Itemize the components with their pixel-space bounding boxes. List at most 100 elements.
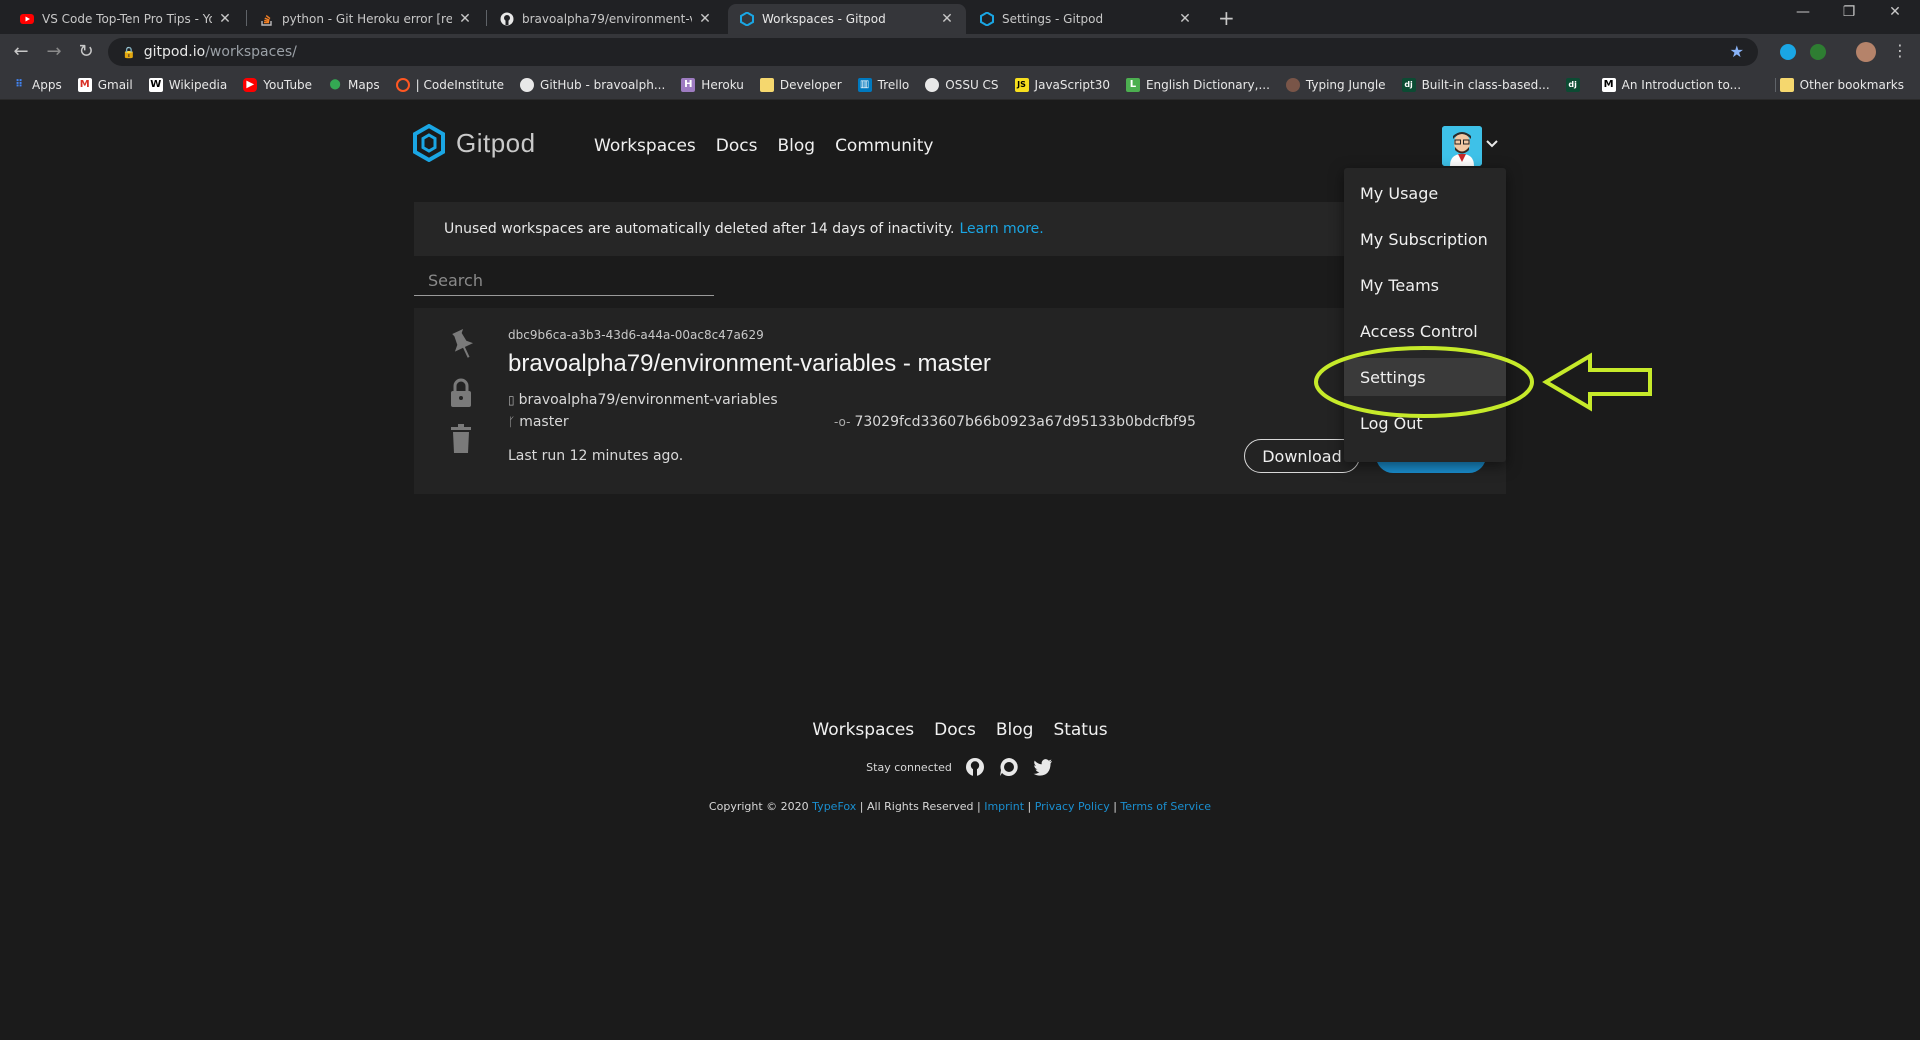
trash-icon[interactable] bbox=[446, 422, 476, 456]
js-icon: JS bbox=[1014, 77, 1029, 92]
other-bookmarks[interactable]: Other bookmarks bbox=[1779, 70, 1904, 100]
bookmark-django[interactable]: dj bbox=[1565, 77, 1586, 92]
bookmark-label: Wikipedia bbox=[168, 77, 228, 92]
imprint-link[interactable]: Imprint bbox=[984, 800, 1024, 813]
bookmark-wikipedia[interactable]: W Wikipedia bbox=[148, 77, 228, 92]
terms-link[interactable]: Terms of Service bbox=[1120, 800, 1211, 813]
bookmark-star-icon[interactable]: ★ bbox=[1730, 42, 1744, 61]
close-icon[interactable]: ✕ bbox=[698, 11, 712, 27]
close-icon[interactable]: ✕ bbox=[940, 11, 954, 27]
bookmark-label: | CodeInstitute bbox=[415, 77, 505, 92]
chevron-down-icon[interactable] bbox=[1486, 136, 1498, 152]
tab-title: Workspaces - Gitpod bbox=[762, 12, 886, 26]
main-nav: Workspaces Docs Blog Community bbox=[594, 136, 953, 156]
youtube-icon bbox=[20, 12, 34, 26]
download-button[interactable]: Download bbox=[1244, 439, 1360, 473]
footer-link-workspaces[interactable]: Workspaces bbox=[812, 720, 914, 740]
nav-blog[interactable]: Blog bbox=[777, 136, 815, 156]
banner-text: Unused workspaces are automatically dele… bbox=[444, 221, 955, 237]
bookmark-label: YouTube bbox=[263, 77, 313, 92]
maps-icon: ⬤ bbox=[329, 79, 341, 90]
bookmark-codeinstitute[interactable]: | CodeInstitute bbox=[395, 77, 505, 92]
nav-docs[interactable]: Docs bbox=[716, 136, 758, 156]
search-input[interactable] bbox=[414, 266, 714, 296]
gitpod-page: Gitpod Workspaces Docs Blog Community Un… bbox=[0, 100, 1920, 1040]
repo-icon: ▯ bbox=[508, 393, 515, 407]
close-icon[interactable]: ✕ bbox=[218, 11, 232, 27]
pointer-arrow bbox=[1542, 352, 1652, 412]
gitpod-logo[interactable]: Gitpod bbox=[412, 124, 536, 162]
close-window-icon[interactable]: ✕ bbox=[1872, 4, 1918, 20]
user-avatar[interactable] bbox=[1442, 126, 1482, 166]
nav-workspaces[interactable]: Workspaces bbox=[594, 136, 696, 156]
bookmark-typing-jungle[interactable]: Typing Jungle bbox=[1285, 77, 1386, 92]
typefox-link[interactable]: TypeFox bbox=[812, 800, 856, 813]
bookmark-github[interactable]: GitHub - bravoalph... bbox=[520, 77, 665, 92]
footer-link-docs[interactable]: Docs bbox=[934, 720, 976, 740]
bookmark-maps[interactable]: ⬤ Maps bbox=[328, 78, 379, 92]
url-host: gitpod.io bbox=[143, 44, 206, 60]
tab-title: python - Git Heroku error [remot bbox=[282, 12, 452, 26]
profile-avatar-icon[interactable] bbox=[1856, 42, 1876, 62]
menu-item-my-usage[interactable]: My Usage bbox=[1344, 174, 1506, 212]
nav-community[interactable]: Community bbox=[835, 136, 933, 156]
menu-item-log-out[interactable]: Log Out bbox=[1344, 404, 1506, 442]
back-arrow-icon[interactable]: ← bbox=[9, 41, 33, 62]
bookmark-label: An Introduction to... bbox=[1621, 77, 1742, 92]
new-tab-button[interactable]: + bbox=[1218, 6, 1235, 30]
bookmark-javascript30[interactable]: JS JavaScript30 bbox=[1014, 77, 1110, 92]
address-bar[interactable]: 🔒 gitpod.io/workspaces/ ★ bbox=[108, 38, 1758, 66]
codeinstitute-icon bbox=[395, 77, 410, 92]
footer-social: Stay connected bbox=[0, 756, 1920, 778]
bookmark-divider bbox=[1775, 78, 1776, 92]
workspace-repo[interactable]: ▯ bravoalpha79/environment-variables bbox=[508, 392, 778, 408]
workspace-title[interactable]: bravoalpha79/environment-variables - mas… bbox=[508, 350, 991, 378]
restore-icon[interactable]: ❐ bbox=[1826, 4, 1872, 20]
privacy-link[interactable]: Privacy Policy bbox=[1035, 800, 1110, 813]
bookmark-gmail[interactable]: M Gmail bbox=[77, 77, 133, 92]
browser-tab-bar: VS Code Top-Ten Pro Tips - YouT ✕ python… bbox=[0, 0, 1920, 34]
browser-tab-github[interactable]: bravoalpha79/environment-varia ✕ bbox=[488, 4, 724, 34]
bookmark-developer[interactable]: Developer bbox=[759, 77, 842, 92]
octotree-extension-icon[interactable] bbox=[1810, 44, 1826, 60]
browser-tab-youtube[interactable]: VS Code Top-Ten Pro Tips - YouT ✕ bbox=[8, 4, 244, 34]
github-icon[interactable] bbox=[964, 756, 986, 778]
bookmark-trello[interactable]: ▥ Trello bbox=[857, 77, 909, 92]
bookmark-youtube[interactable]: ▶ YouTube bbox=[243, 77, 313, 92]
learn-more-link[interactable]: Learn more. bbox=[959, 221, 1043, 237]
lock-icon: 🔒 bbox=[122, 45, 136, 59]
bookmark-label: Developer bbox=[779, 77, 842, 92]
last-run: Last run 12 minutes ago. bbox=[508, 448, 684, 464]
typing-jungle-icon bbox=[1285, 77, 1300, 92]
bookmark-django-docs[interactable]: dj Built-in class-based... bbox=[1401, 77, 1550, 92]
menu-item-access-control[interactable]: Access Control bbox=[1344, 312, 1506, 350]
pin-icon[interactable] bbox=[446, 328, 476, 362]
footer-link-blog[interactable]: Blog bbox=[996, 720, 1034, 740]
bookmark-medium[interactable]: M An Introduction to... bbox=[1601, 77, 1742, 92]
bookmark-label: Gmail bbox=[97, 77, 133, 92]
discourse-icon[interactable] bbox=[998, 756, 1020, 778]
browser-toolbar: ← → ↻ 🔒 gitpod.io/workspaces/ ★ ⋮ bbox=[0, 34, 1920, 70]
gitpod-extension-icon[interactable] bbox=[1780, 44, 1796, 60]
close-icon[interactable]: ✕ bbox=[458, 11, 472, 27]
forward-arrow-icon[interactable]: → bbox=[42, 41, 66, 62]
reload-icon[interactable]: ↻ bbox=[74, 41, 98, 62]
menu-item-my-subscription[interactable]: My Subscription bbox=[1344, 220, 1506, 258]
lock-icon[interactable] bbox=[446, 376, 476, 410]
menu-item-my-teams[interactable]: My Teams bbox=[1344, 266, 1506, 304]
bookmark-heroku[interactable]: H Heroku bbox=[681, 77, 744, 92]
footer-link-status[interactable]: Status bbox=[1053, 720, 1107, 740]
bookmark-apps[interactable]: ⠿ Apps bbox=[12, 78, 62, 92]
menu-item-settings[interactable]: Settings bbox=[1344, 358, 1506, 396]
browser-tab-stackoverflow[interactable]: python - Git Heroku error [remot ✕ bbox=[248, 4, 484, 34]
folder-icon bbox=[1779, 78, 1794, 92]
browser-tab-settings[interactable]: Settings - Gitpod ✕ bbox=[968, 4, 1204, 34]
twitter-icon[interactable] bbox=[1032, 756, 1054, 778]
minimize-icon[interactable]: — bbox=[1780, 4, 1826, 20]
menu-dots-icon[interactable]: ⋮ bbox=[1888, 41, 1912, 60]
bookmark-label: OSSU CS bbox=[945, 77, 999, 92]
browser-tab-workspaces[interactable]: Workspaces - Gitpod ✕ bbox=[728, 4, 966, 34]
bookmark-ossu[interactable]: OSSU CS bbox=[925, 77, 999, 92]
close-icon[interactable]: ✕ bbox=[1178, 11, 1192, 27]
bookmark-dictionary[interactable]: L English Dictionary,... bbox=[1125, 77, 1270, 92]
